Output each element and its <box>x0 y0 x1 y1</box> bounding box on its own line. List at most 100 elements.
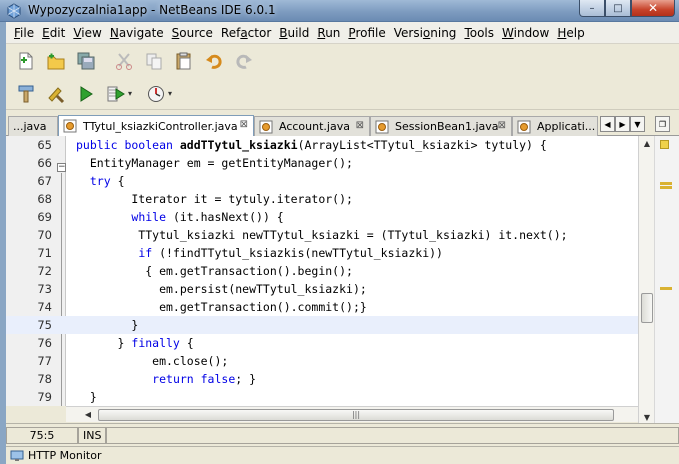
line-number: 71 <box>37 246 52 260</box>
code-line[interactable]: 75 } <box>6 316 654 334</box>
menu-item[interactable]: Edit <box>38 23 69 43</box>
tab-sessionbean1[interactable]: SessionBean1.java ⊠ <box>370 116 512 136</box>
horizontal-scrollbar[interactable]: ◀ ||| <box>66 406 638 422</box>
scroll-left-icon[interactable]: ◀ <box>82 409 94 421</box>
code-line[interactable]: 79 } <box>6 388 654 406</box>
code-line[interactable]: 76 } finally { <box>6 334 654 352</box>
tab-close-icon[interactable]: ⊠ <box>498 120 506 131</box>
menu-label-part: rofile <box>355 25 386 40</box>
cut-icon[interactable] <box>110 48 138 74</box>
save-all-icon[interactable] <box>72 48 100 74</box>
code-text: if (!findTTytul_ksiazkis(newTTytul_ksiaz… <box>76 244 443 262</box>
menu-label-part: dit <box>49 25 66 40</box>
tab-ttytul-ksiazki-controller[interactable]: TTytul_ksiazkiController.java ⊠ <box>58 115 254 136</box>
new-file-icon[interactable] <box>12 48 40 74</box>
build-icon[interactable] <box>12 81 40 107</box>
menu-item[interactable]: Versioning <box>390 23 461 43</box>
vertical-scrollbar[interactable]: ▲ ▼ <box>638 136 654 426</box>
code-line[interactable]: 69 while (it.hasNext()) { <box>6 208 654 226</box>
title-bar[interactable]: Wypozyczalnia1app - NetBeans IDE 6.0.1 –… <box>0 0 679 22</box>
menu-label-part: un <box>325 25 341 40</box>
vertical-scroll-thumb[interactable] <box>641 293 653 323</box>
code-line[interactable]: 78 return false; } <box>6 370 654 388</box>
code-text: } <box>76 388 97 406</box>
line-number: 69 <box>37 210 52 224</box>
http-monitor-tab[interactable]: HTTP Monitor <box>6 446 679 464</box>
profile-icon[interactable] <box>142 81 170 107</box>
error-stripe-mark[interactable] <box>660 186 672 189</box>
menu-item[interactable]: Source <box>168 23 217 43</box>
keyword-token: public boolean <box>76 138 180 152</box>
clean-build-icon[interactable] <box>42 81 70 107</box>
code-line[interactable]: 68 Iterator it = tytuly.iterator(); <box>6 190 654 208</box>
tab-java[interactable]: ...java <box>8 116 58 136</box>
menu-item[interactable]: Navigate <box>106 23 168 43</box>
menu-label-part: elp <box>566 25 585 40</box>
horizontal-scroll-thumb[interactable]: ||| <box>98 409 614 421</box>
code-line[interactable]: 70 TTytul_ksiazki newTTytul_ksiazki = (T… <box>6 226 654 244</box>
error-stripe-mark[interactable] <box>660 182 672 185</box>
tab-scroll-left-icon[interactable]: ◀ <box>600 116 615 132</box>
code-line[interactable]: 66 EntityManager em = getEntityManager()… <box>6 154 654 172</box>
status-bar: 75:5 INS <box>6 423 679 445</box>
code-token: TTytul_ksiazki newTTytul_ksiazki = (TTyt… <box>76 228 568 242</box>
code-editor[interactable]: − 65 public boolean addTTytul_ksiazki(Arr… <box>6 136 654 406</box>
menu-label-part: avigate <box>118 25 164 40</box>
minimize-button[interactable]: – <box>579 0 605 17</box>
debug-dropdown-arrow[interactable]: ▾ <box>128 89 138 98</box>
keyword-token: try <box>89 174 111 188</box>
monitor-icon <box>10 450 24 461</box>
menu-item[interactable]: Tools <box>460 23 498 43</box>
menu-bar: File Edit View Navigate Source Refactor Build R… <box>6 22 679 44</box>
code-line[interactable]: 77 em.close(); <box>6 352 654 370</box>
code-line[interactable]: 65 public boolean addTTytul_ksiazki(Array… <box>6 136 654 154</box>
tab-close-icon[interactable]: ⊠ <box>356 120 364 131</box>
menu-item[interactable]: Build <box>275 23 313 43</box>
code-token: (ArrayList<TTytul_ksiazki> tytuly) { <box>297 138 547 152</box>
code-line[interactable]: 73 em.persist(newTTytul_ksiazki); <box>6 280 654 298</box>
maximize-editor-icon[interactable]: ❐ <box>655 116 670 132</box>
menu-item[interactable]: Profile <box>344 23 389 43</box>
code-line[interactable]: 74 em.getTransaction().commit();} <box>6 298 654 316</box>
menu-item[interactable]: Help <box>553 23 588 43</box>
redo-icon[interactable] <box>230 48 258 74</box>
tab-close-icon[interactable]: ⊠ <box>240 119 248 130</box>
code-text: em.close(); <box>76 352 228 370</box>
warning-status-icon[interactable] <box>660 140 669 149</box>
tab-account[interactable]: Account.java ⊠ <box>254 116 370 136</box>
code-line[interactable]: 71 if (!findTTytul_ksiazkis(newTTytul_ks… <box>6 244 654 262</box>
menu-label-part: Ref <box>220 25 241 40</box>
error-stripe-mark[interactable] <box>660 287 672 290</box>
run-icon[interactable] <box>72 81 100 107</box>
tab-application[interactable]: Applicati... <box>512 116 598 136</box>
close-button[interactable]: ✕ <box>631 0 675 17</box>
debug-icon[interactable] <box>102 81 130 107</box>
menu-item[interactable]: Window <box>498 23 553 43</box>
menu-item[interactable]: Refactor <box>217 23 275 43</box>
line-number: 78 <box>37 372 52 386</box>
tab-label: TTytul_ksiazkiController.java <box>83 119 238 133</box>
maximize-button[interactable]: □ <box>605 0 631 17</box>
code-text: em.getTransaction().commit();} <box>76 298 367 316</box>
menu-item[interactable]: File <box>10 23 38 43</box>
paste-icon[interactable] <box>170 48 198 74</box>
code-token: } <box>76 390 97 404</box>
menu-label-part: ools <box>469 25 495 40</box>
menu-item[interactable]: Run <box>313 23 344 43</box>
tab-list-dropdown-icon[interactable]: ▼ <box>630 116 645 132</box>
copy-icon[interactable] <box>140 48 168 74</box>
scroll-up-icon[interactable]: ▲ <box>641 138 653 150</box>
tab-scroll-right-icon[interactable]: ▶ <box>615 116 630 132</box>
menu-label-part: Versi <box>393 25 423 40</box>
menu-label-part: iew <box>81 25 102 40</box>
code-line[interactable]: 67 try { <box>6 172 654 190</box>
undo-icon[interactable] <box>200 48 228 74</box>
new-project-icon[interactable] <box>42 48 70 74</box>
menu-item[interactable]: View <box>69 23 105 43</box>
code-line[interactable]: 72 { em.getTransaction().begin(); <box>6 262 654 280</box>
profile-dropdown-arrow[interactable]: ▾ <box>168 89 178 98</box>
error-stripe[interactable] <box>654 136 679 426</box>
